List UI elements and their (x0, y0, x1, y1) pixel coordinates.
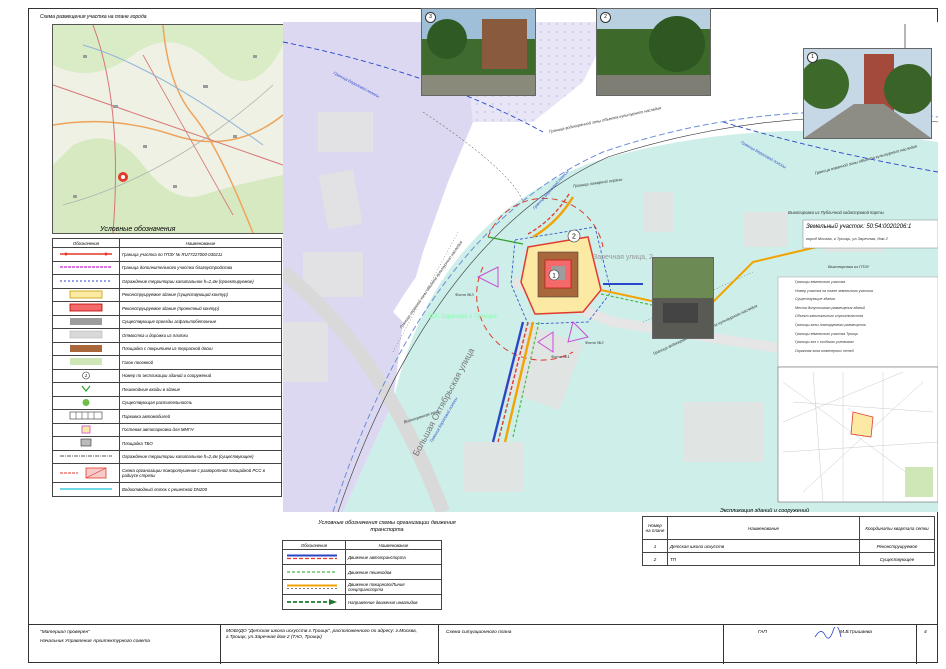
label-cadastre-address: город Москва, г.Троицк, ул.Заречная, дом… (806, 236, 888, 241)
label-school: ЗСК Заречная в Троицке (428, 314, 497, 320)
location-map[interactable] (52, 24, 284, 234)
legend-row: Парковка автомобилей (52, 409, 282, 424)
photo-inset[interactable] (652, 257, 714, 339)
table-row: 1 Детская школа искусств Реконструируемо… (642, 539, 935, 553)
transport-legend-row: Движение автотранспорта (282, 549, 442, 565)
explication-header-name: Наименование (667, 516, 860, 540)
title-block-gap-name: М.В.Гришаева (840, 630, 872, 635)
label-photo-2: Фото №2 (585, 340, 604, 345)
photo-inset-image (653, 258, 713, 338)
legend-row: Существующие проезды асфальтобетонные (52, 314, 282, 329)
table-row: 2 ТП Существующее (642, 552, 935, 566)
transport-legend-row: Направление движения инвалидов (282, 594, 442, 610)
photo-3[interactable]: 3 (421, 8, 536, 96)
legend-title: Условные обозначения (100, 226, 176, 233)
location-map-caption: Схема размещения участка на плане города (40, 14, 147, 20)
legend-header-symbol: Обозначения (52, 238, 120, 248)
legend-header-name: Наименование (119, 238, 282, 248)
title-block-department: Начальник Управления Архитектурного сове… (40, 639, 150, 644)
signature-icon (814, 627, 842, 639)
transport-legend-header-symbol: Обозначения (282, 540, 346, 550)
legend-row: Пешеходные входы в здание (52, 382, 282, 397)
transport-legend-header-name: Наименование (345, 540, 442, 550)
location-map-drawing (53, 25, 283, 233)
explication-header-number: Номер на плане (642, 516, 668, 540)
legend-row: Граница участка по ГПЗУ № RU77227000-030… (52, 247, 282, 262)
legend-row: Граница дополнительного участка благоуст… (52, 260, 282, 275)
explication-header-coords: Координаты квартала сетки (859, 516, 935, 540)
legend-row: 1 Номер по экспликации зданий и сооружени… (52, 368, 282, 383)
legend-row: Реконструируемое здание (проектный конту… (52, 301, 282, 316)
transport-legend-row: Движение пешеходов (282, 564, 442, 580)
photo-1-number: 1 (807, 52, 818, 63)
legend-row: Ограждение территории капитальное h=2,4м… (52, 274, 282, 289)
label-map-source: Выкопировка из Публичной кадастровой Кар… (788, 210, 884, 215)
title-block-approval: "Материал проверен" (40, 630, 90, 635)
photo-1-image (804, 49, 931, 138)
legend-row: Ограждение территории капитальное h=2,4м… (52, 449, 282, 464)
title-block-sheet-num: 4 (924, 630, 927, 635)
label-photo-3: Фото №3 (455, 292, 474, 297)
label-gpzu-excerpt: Выкопировка из ГПЗУ (828, 264, 870, 269)
label-photo-1: Фото №1 (551, 354, 570, 359)
title-block-gap: ГАП (758, 630, 767, 635)
title-block-project: МОБУДО "Детская школа искусств г.Троицк"… (226, 629, 418, 641)
photo-2-number: 2 (600, 12, 611, 23)
transport-legend-table: Обозначения Наименование Движение автотр… (282, 540, 442, 610)
photo-2[interactable]: 2 (596, 8, 711, 96)
legend-row: Схема организации пожаротушения с развор… (52, 463, 282, 483)
excerpt-legend: Границы земельного участка Номер участка… (795, 280, 873, 353)
explication-title: Экспликация зданий и сооружений (720, 508, 810, 514)
transport-legend-title: Условные обозначения схемы организации д… (318, 520, 456, 533)
photo-1[interactable]: 1 (803, 48, 932, 139)
legend-row: Площадка ТБО (52, 436, 282, 451)
photo-2-image (597, 9, 710, 95)
label-cadastre: Земельный участок: 50:54:0020206:1 (806, 224, 912, 230)
legend-row: Водоотводный лоток с решеткой DN200 (52, 482, 282, 497)
plan-marker-2: 2 (572, 234, 576, 241)
title-block-sheet-title: Схема ситуационного плана (446, 630, 512, 635)
label-street-2: Заречная улица, 2 (593, 254, 653, 261)
photo-3-image (422, 9, 535, 95)
title-block: "Материал проверен" Начальник Управления… (28, 624, 938, 664)
legend-row: Отмостка и дорожки из плитки (52, 328, 282, 343)
legend-row: Газон посевной (52, 355, 282, 370)
legend-row: Реконструируемое здание (существующий ко… (52, 287, 282, 302)
legend-row: Существующая растительность (52, 395, 282, 410)
photo-3-number: 3 (425, 12, 436, 23)
transport-legend-row: Движение пожарного/Линия спецтранспорта (282, 579, 442, 595)
legend-row: Площадка с покрытием из террасной доски (52, 341, 282, 356)
legend-table: Обозначения Наименование Граница участка… (52, 238, 282, 497)
explication-table: Номер на плане Наименование Координаты к… (642, 516, 935, 566)
legend-row: Гостевая автопарковка для ММГН (52, 422, 282, 437)
sheet: Схема размещения участка на плане города (0, 0, 946, 669)
